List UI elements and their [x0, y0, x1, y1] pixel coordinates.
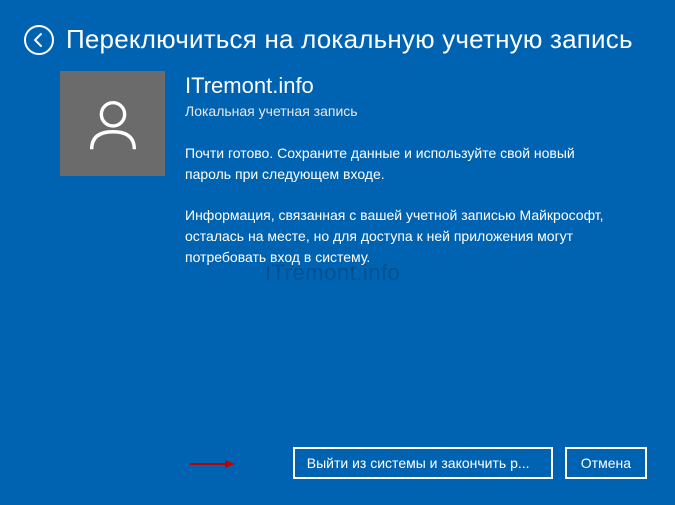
instruction-text-2: Информация, связанная с вашей учетной за… — [185, 205, 651, 268]
signout-finish-button[interactable]: Выйти из системы и закончить р... — [293, 447, 553, 479]
page-title: Переключиться на локальную учетную запис… — [66, 24, 633, 55]
header: Переключиться на локальную учетную запис… — [0, 0, 675, 71]
arrow-annotation-icon — [190, 458, 235, 470]
account-type: Локальная учетная запись — [185, 103, 651, 119]
back-button[interactable] — [24, 25, 54, 55]
instruction-text-1: Почти готово. Сохраните данные и использ… — [185, 143, 651, 185]
account-info: ITremont.info Локальная учетная запись П… — [185, 71, 651, 288]
avatar — [60, 71, 165, 176]
content: ITremont.info Локальная учетная запись П… — [0, 71, 675, 288]
footer: Выйти из системы и закончить р... Отмена — [293, 447, 647, 479]
cancel-button[interactable]: Отмена — [565, 447, 647, 479]
arrow-left-icon — [31, 32, 47, 48]
account-name: ITremont.info — [185, 73, 651, 99]
user-icon — [82, 93, 144, 155]
